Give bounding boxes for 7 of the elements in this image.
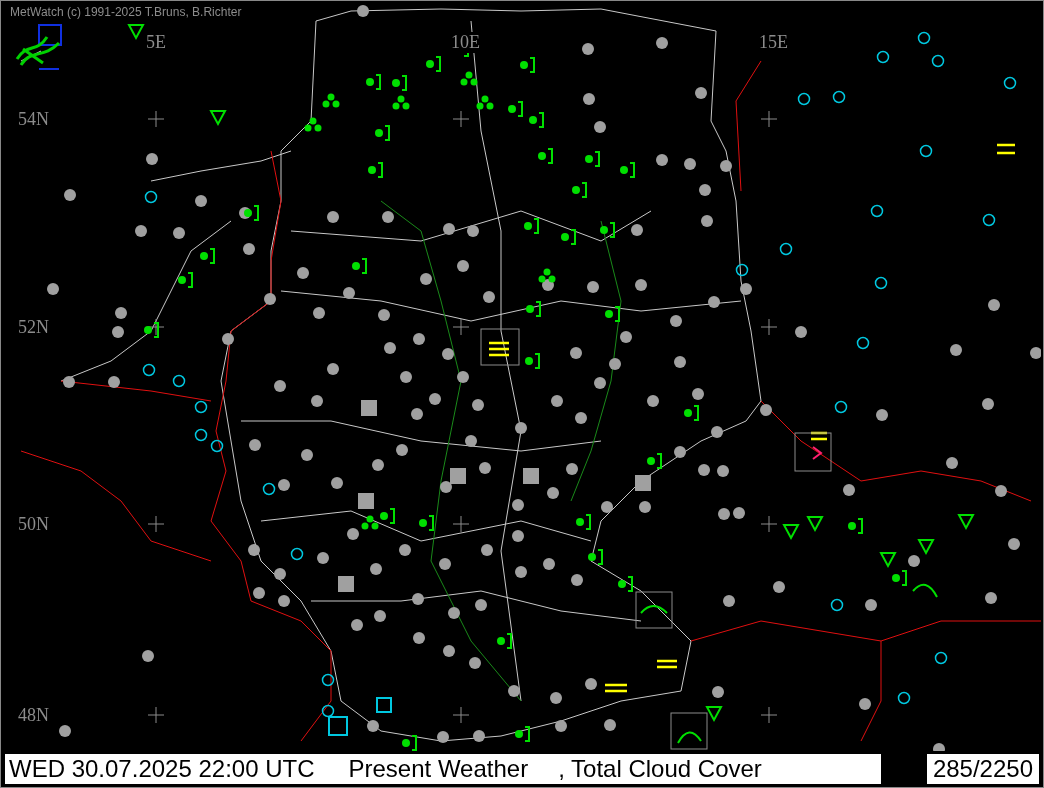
app-title: MetWatch (c) 1991-2025 T.Bruns, B.Richter (10, 5, 242, 19)
logo-icon (13, 23, 65, 71)
station-count: 285/2250 (931, 755, 1034, 783)
parameter-label: , Total Cloud Cover (558, 755, 762, 783)
date-time: WED 30.07.2025 22:00 UTC (8, 755, 316, 783)
longitude-label: 10E (451, 32, 480, 53)
parameter-label: Present Weather (347, 755, 530, 783)
